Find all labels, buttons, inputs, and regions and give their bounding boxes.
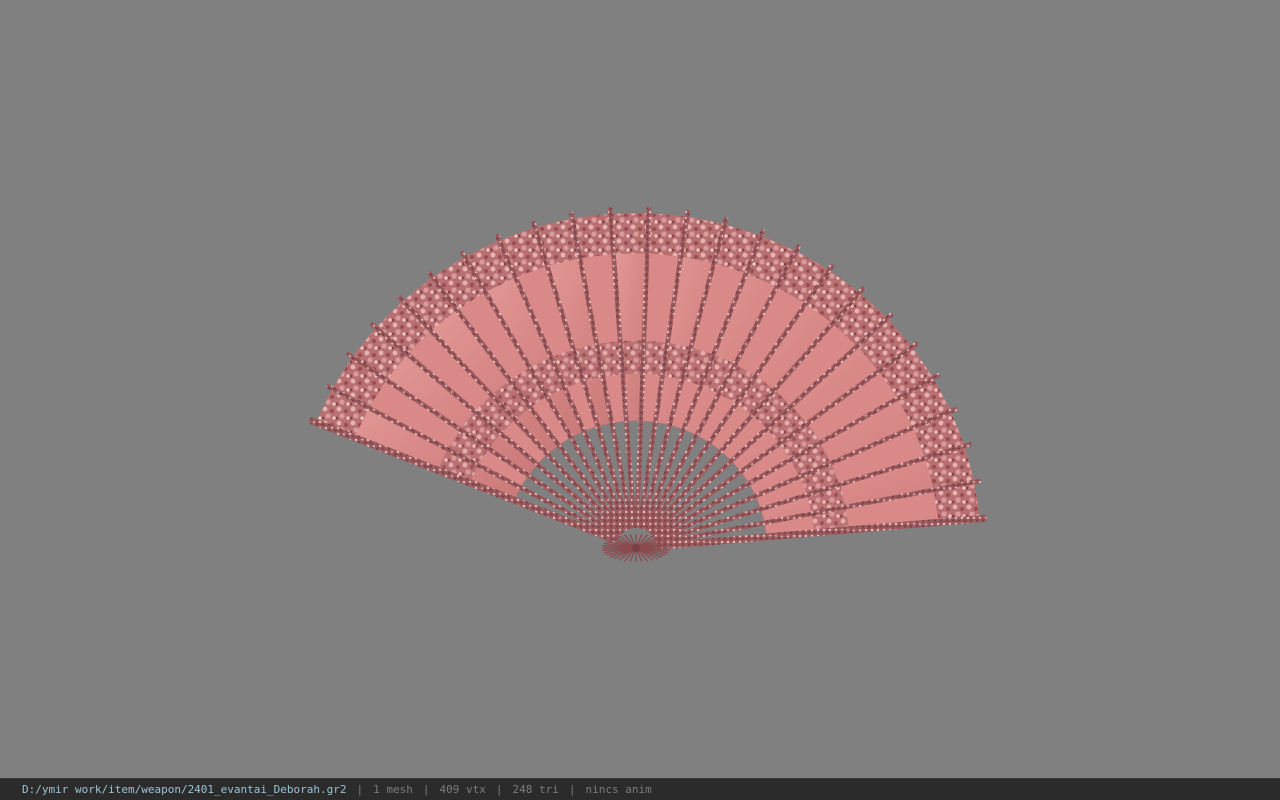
file-path: D:/ymir work/item/weapon/2401_evantai_De… — [22, 783, 347, 796]
separator: | — [356, 783, 364, 796]
separator: | — [422, 783, 430, 796]
fan-pivot — [632, 544, 640, 552]
mesh-count: 1 mesh — [373, 783, 413, 796]
vertex-count: 409 vtx — [439, 783, 486, 796]
separator: | — [568, 783, 576, 796]
triangle-count: 248 tri — [512, 783, 559, 796]
animation-status: nincs anim — [585, 783, 652, 796]
status-bar: D:/ymir work/item/weapon/2401_evantai_De… — [0, 778, 1280, 800]
fan-model — [308, 206, 987, 563]
separator: | — [495, 783, 503, 796]
3d-viewport[interactable] — [0, 0, 1280, 778]
fan-lace-outer — [610, 213, 649, 255]
